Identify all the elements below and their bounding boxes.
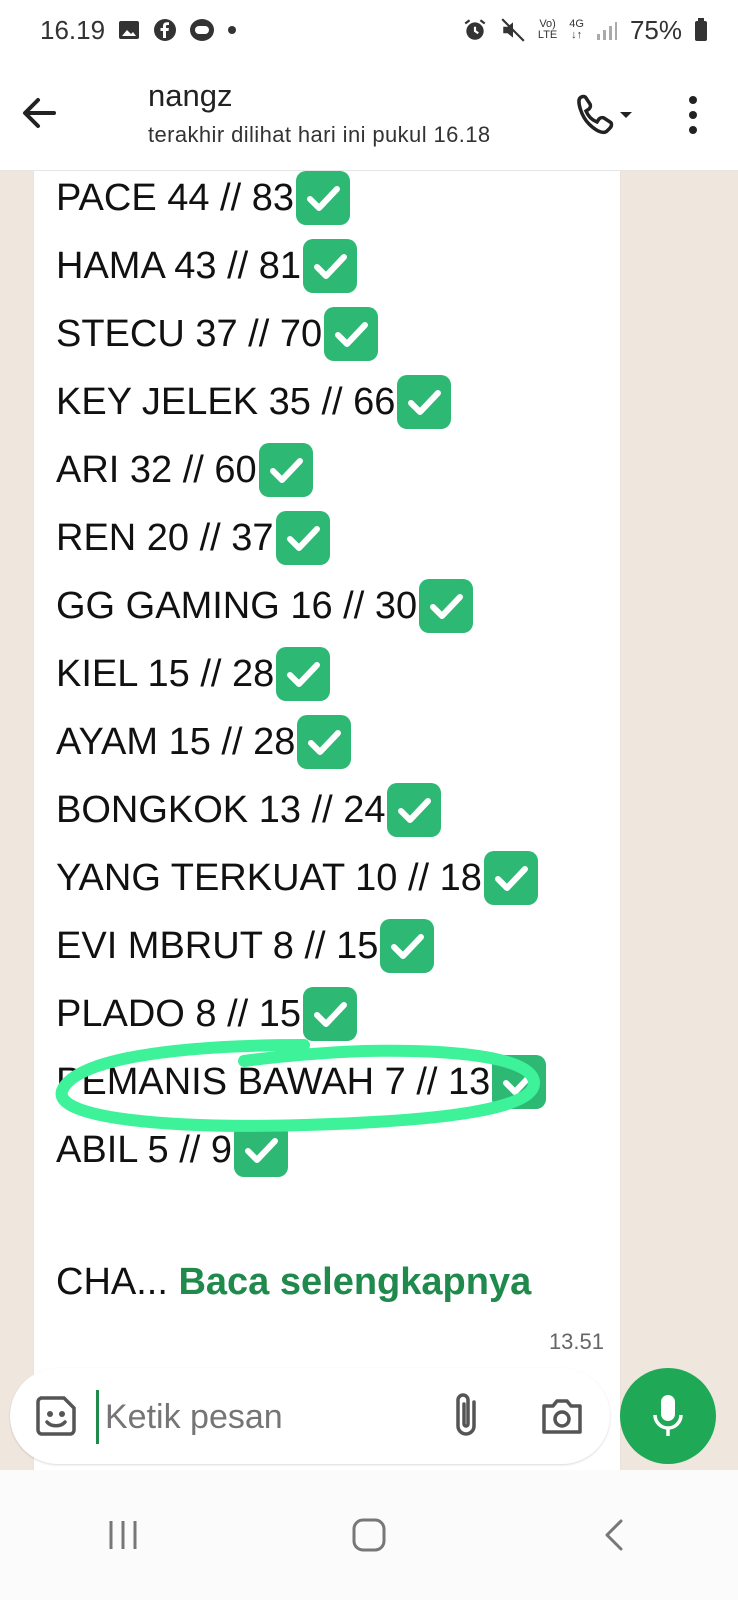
message-line: ABIL 5 // 9 xyxy=(56,1123,289,1177)
message-truncation: CHA... Baca selengkapnya xyxy=(56,1261,531,1304)
alarm-icon xyxy=(464,19,486,40)
home-icon xyxy=(352,1518,386,1552)
voice-record-button[interactable] xyxy=(620,1368,716,1464)
check-mark-emoji-icon xyxy=(297,715,352,769)
check-mark-emoji-icon xyxy=(303,239,358,293)
message-line: EVI MBRUT 8 // 15 xyxy=(56,919,435,973)
message-line-text: AYAM 15 // 28 xyxy=(56,720,296,763)
message-input[interactable] xyxy=(96,1390,437,1444)
check-mark-emoji-icon xyxy=(387,783,442,837)
battery-icon xyxy=(695,18,707,41)
message-line: PACE 44 // 83 xyxy=(56,171,350,225)
message-line-text: ARI 32 // 60 xyxy=(56,448,257,491)
recent-apps-button[interactable] xyxy=(93,1505,153,1565)
check-mark-emoji-icon xyxy=(276,647,331,701)
check-mark-emoji-icon xyxy=(419,579,474,633)
check-mark-emoji-icon xyxy=(397,375,452,429)
more-notifications-dot-icon xyxy=(228,26,237,34)
network-type: 4G ↓↑ xyxy=(569,19,584,41)
message-line: AYAM 15 // 28 xyxy=(56,715,352,769)
facebook-notification-icon xyxy=(154,19,177,41)
status-time: 16.19 xyxy=(40,14,106,45)
check-mark-emoji-icon xyxy=(258,443,313,497)
mic-icon xyxy=(653,1395,683,1436)
message-composer xyxy=(10,1368,610,1464)
check-mark-emoji-icon xyxy=(275,511,330,565)
message-line: PEMANIS BAWAH 7 // 13 xyxy=(56,1055,547,1109)
message-line-text: PEMANIS BAWAH 7 // 13 xyxy=(56,1060,491,1103)
recent-apps-icon xyxy=(109,1521,137,1549)
message-line: PLADO 8 // 15 xyxy=(56,987,358,1041)
check-mark-emoji-icon xyxy=(483,851,538,905)
message-line: GG GAMING 16 // 30 xyxy=(56,579,474,633)
check-mark-emoji-icon xyxy=(234,1123,289,1177)
message-line-text: REN 20 // 37 xyxy=(56,516,274,559)
message-time: 13.51 xyxy=(548,1329,604,1354)
message-line-text: KIEL 15 // 28 xyxy=(56,652,275,695)
chat-area[interactable]: PACE 44 // 83 HAMA 43 // 81 STECU 37 // … xyxy=(0,171,738,1501)
camera-icon[interactable] xyxy=(538,1392,586,1440)
contact-name[interactable]: nangz xyxy=(148,78,232,114)
volte-bottom-label: LTE xyxy=(537,29,558,41)
message-line-text: PLADO 8 // 15 xyxy=(56,992,302,1035)
message-line-text: YANG TERKUAT 10 // 18 xyxy=(56,856,482,899)
check-mark-emoji-icon xyxy=(295,171,350,225)
message-bubble[interactable]: PACE 44 // 83 HAMA 43 // 81 STECU 37 // … xyxy=(34,171,620,1501)
attach-icon[interactable] xyxy=(446,1390,490,1442)
message-line: BONGKOK 13 // 24 xyxy=(56,783,442,837)
message-line: ARI 32 // 60 xyxy=(56,443,313,497)
message-line-text: HAMA 43 // 81 xyxy=(56,244,302,287)
signal-icon xyxy=(596,22,617,40)
message-line: YANG TERKUAT 10 // 18 xyxy=(56,851,538,905)
home-button[interactable] xyxy=(339,1505,399,1565)
check-mark-emoji-icon xyxy=(303,987,358,1041)
status-right: Vo) LTE 4G ↓↑ 75% xyxy=(462,15,738,46)
message-line-text: ABIL 5 // 9 xyxy=(56,1128,233,1171)
back-arrow-icon[interactable] xyxy=(14,88,64,138)
chat-notification-icon xyxy=(190,19,215,41)
system-nav-bar xyxy=(0,1470,738,1600)
message-line: REN 20 // 37 xyxy=(56,511,330,565)
last-seen: terakhir dilihat hari ini pukul 16.18 xyxy=(148,122,491,147)
back-button[interactable] xyxy=(585,1505,645,1565)
phone-icon[interactable] xyxy=(572,90,636,140)
truncated-text: CHA... xyxy=(56,1261,168,1303)
message-line-text: STECU 37 // 70 xyxy=(56,312,323,355)
message-line: HAMA 43 // 81 xyxy=(56,239,358,293)
volte-indicator: Vo) LTE xyxy=(538,19,557,41)
sticker-icon[interactable] xyxy=(32,1392,80,1440)
message-line-text: PACE 44 // 83 xyxy=(56,176,294,219)
chat-header: nangz terakhir dilihat hari ini pukul 16… xyxy=(0,60,738,171)
read-more-link[interactable]: Baca selengkapnya xyxy=(178,1261,531,1303)
message-line-text: EVI MBRUT 8 // 15 xyxy=(56,924,379,967)
check-mark-emoji-icon xyxy=(492,1055,547,1109)
battery-percent: 75% xyxy=(629,14,682,45)
message-line-text: GG GAMING 16 // 30 xyxy=(56,584,418,627)
status-left: 16.19 xyxy=(0,15,237,46)
message-line-text: KEY JELEK 35 // 66 xyxy=(56,380,396,423)
nav-back-icon xyxy=(605,1519,623,1551)
message-line: STECU 37 // 70 xyxy=(56,307,379,361)
message-line-text: BONGKOK 13 // 24 xyxy=(56,788,386,831)
message-line: KIEL 15 // 28 xyxy=(56,647,331,701)
mute-icon xyxy=(501,18,525,42)
gallery-notification-icon xyxy=(119,21,140,39)
check-mark-emoji-icon xyxy=(380,919,435,973)
check-mark-emoji-icon xyxy=(324,307,379,361)
message-line: KEY JELEK 35 // 66 xyxy=(56,375,452,429)
more-vert-icon[interactable] xyxy=(678,90,708,140)
data-arrows-icon: ↓↑ xyxy=(571,29,583,41)
status-bar: 16.19 Vo) LTE 4G ↓↑ 75% xyxy=(0,0,738,60)
